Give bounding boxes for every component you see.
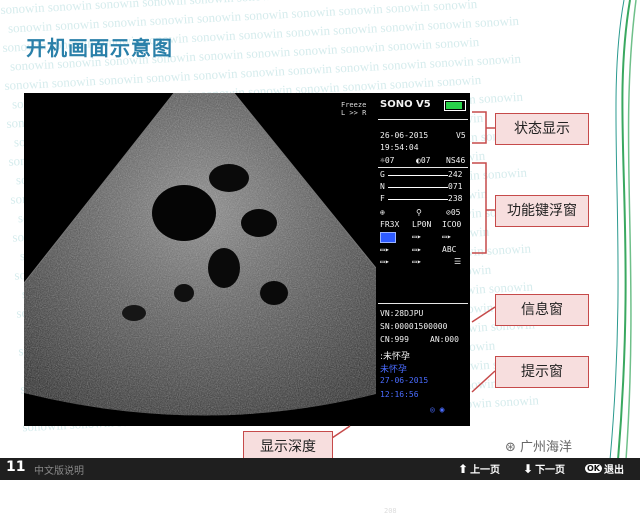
next-page-button[interactable]: ⬇ 下一页 bbox=[523, 461, 566, 477]
callout-status: 状态显示 bbox=[495, 113, 589, 145]
callout-function: 功能键浮窗 bbox=[495, 195, 589, 227]
page-number: 11 bbox=[6, 459, 26, 475]
arrow-down-icon: ⬇ bbox=[523, 461, 534, 476]
callout-connectors bbox=[331, 111, 496, 439]
prev-page-button[interactable]: ⬆ 上一页 bbox=[458, 461, 501, 477]
callout-info: 信息窗 bbox=[495, 294, 589, 326]
prev-label: 上一页 bbox=[470, 465, 501, 476]
ok-icon: OK bbox=[585, 464, 602, 473]
wechat-icon: ⊛ bbox=[505, 440, 521, 455]
callout-hint: 提示窗 bbox=[495, 356, 589, 388]
brand-logo: ⊛ 广州海洋 bbox=[505, 436, 572, 455]
brand-name: 广州海洋 bbox=[520, 440, 573, 455]
footer-caption: 中文版说明 bbox=[34, 466, 84, 477]
exit-button[interactable]: OK 退出 bbox=[585, 461, 624, 476]
exit-label: 退出 bbox=[604, 465, 624, 476]
arrow-up-icon: ⬆ bbox=[458, 461, 469, 476]
next-label: 下一页 bbox=[535, 465, 566, 476]
depth-readout: 208 bbox=[384, 507, 397, 515]
